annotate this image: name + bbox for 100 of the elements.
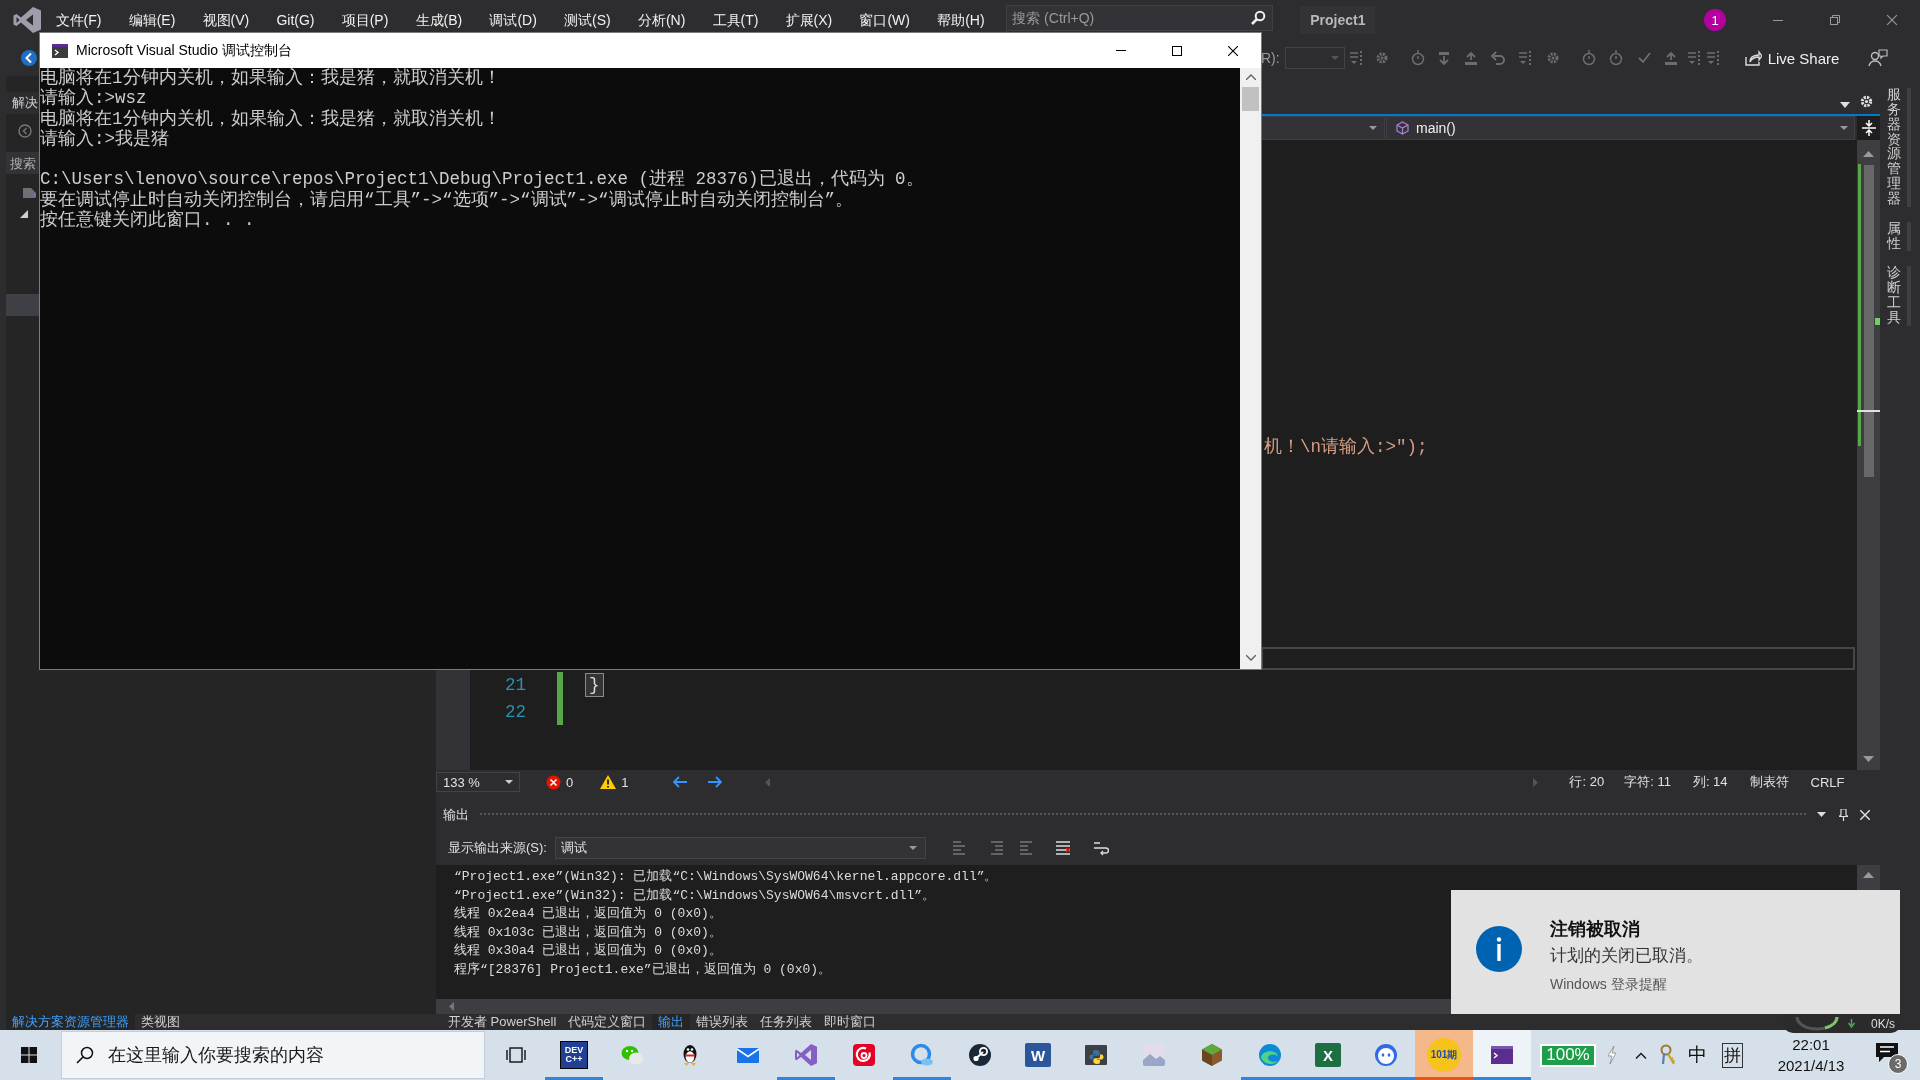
tab[interactable]: 类视图 [135, 1014, 186, 1030]
error-count[interactable]: 0 [566, 774, 574, 790]
line-ending-indicator[interactable]: CRLF [1810, 774, 1845, 790]
snake-window-icon [1084, 1043, 1108, 1067]
clock[interactable]: 22:01 2021/4/13 [1773, 1034, 1849, 1076]
caret-icon [908, 846, 917, 850]
split-icon[interactable] [1861, 120, 1876, 136]
align-left-icon[interactable] [951, 840, 968, 856]
search-field[interactable]: 搜索 [6, 152, 40, 174]
vertical-scrollbar[interactable] [1240, 68, 1261, 669]
menu-item[interactable]: 视图(V) [188, 8, 263, 32]
input-mode-indicator[interactable]: 中 [1688, 1042, 1707, 1068]
swirl-logo-icon [1258, 1043, 1282, 1067]
tab[interactable]: 代码定义窗口 [562, 1014, 653, 1030]
lightning-icon[interactable] [1607, 1046, 1617, 1064]
taskbar-button[interactable]: X [1299, 1030, 1357, 1080]
warning-count[interactable]: 1 [621, 774, 629, 790]
menu-item[interactable]: 项目(P) [328, 8, 402, 32]
share-icon[interactable] [1743, 49, 1762, 67]
side-tab[interactable]: 服务器资源管理器 [1887, 88, 1911, 207]
indent-icon[interactable] [989, 840, 1006, 856]
output-line: 线程 0x30a4 已退出，返回值为 0 (0x0)。 [454, 942, 722, 961]
scroll-up-icon[interactable] [1863, 151, 1874, 157]
source-dropdown[interactable]: 调试 [554, 837, 926, 859]
scrollbar-thumb[interactable] [1242, 87, 1259, 111]
tab[interactable]: 输出 [652, 1014, 691, 1030]
clear-list-icon[interactable] [1054, 840, 1071, 856]
chevron-up-icon[interactable] [1635, 1051, 1647, 1059]
pin-icon[interactable] [1839, 808, 1848, 821]
menu-item[interactable]: 帮助(H) [923, 8, 999, 32]
side-tab[interactable]: 诊断工具 [1887, 266, 1911, 326]
caret-icon [505, 780, 513, 785]
live-share-button[interactable]: Live Share [1767, 49, 1840, 67]
console-app-icon [52, 43, 68, 58]
grass-block-icon [1200, 1043, 1224, 1067]
dropdown-arrow-icon[interactable] [1817, 812, 1826, 817]
undo-icon[interactable] [1488, 49, 1507, 67]
close-icon[interactable] [1860, 809, 1870, 820]
minimize-icon [1772, 19, 1783, 21]
menu-item[interactable]: 测试(S) [550, 8, 625, 32]
notification-source: Windows 登录提醒 [1550, 976, 1668, 994]
tab[interactable]: 开发者 PowerShell [442, 1014, 563, 1030]
menu-item[interactable]: 编辑(E) [115, 8, 189, 32]
windows-logo-icon [21, 1047, 37, 1063]
menu-item[interactable]: 扩展(X) [772, 8, 846, 32]
scroll-left-icon[interactable] [449, 1002, 454, 1011]
menu-item[interactable]: 文件(F) [42, 8, 116, 32]
chat-bubbles-icon [620, 1043, 644, 1067]
warning-icon[interactable] [600, 775, 617, 790]
selected-row[interactable] [6, 294, 40, 316]
scroll-up-icon[interactable] [1245, 74, 1256, 80]
menu-item[interactable]: 调试(D) [475, 8, 551, 32]
line-indicator[interactable]: 行: 20 [1569, 773, 1605, 792]
notification-title: 注销被取消 [1550, 918, 1641, 941]
error-icon[interactable] [546, 774, 561, 790]
dropdown-arrow-icon[interactable] [1840, 102, 1850, 108]
menu-item[interactable]: 工具(T) [698, 8, 772, 32]
menu-item[interactable]: 分析(N) [624, 8, 699, 32]
column-indicator[interactable]: 列: 14 [1692, 773, 1728, 792]
clock-date: 2021/4/13 [1777, 1056, 1845, 1076]
scroll-right-icon[interactable] [1533, 777, 1539, 787]
word-wrap-icon[interactable] [1092, 840, 1109, 856]
tab[interactable]: 任务列表 [754, 1014, 819, 1030]
panel-title: 解决 [11, 94, 38, 112]
tab[interactable]: 错误列表 [690, 1014, 755, 1030]
feedback-person-icon[interactable] [1868, 49, 1889, 67]
settings-icon[interactable] [1860, 95, 1873, 108]
notification-badge[interactable]: 1 [1704, 9, 1726, 31]
character-indicator[interactable]: 字符: 11 [1624, 773, 1671, 792]
function-dropdown[interactable]: main() [1386, 116, 1855, 140]
function-name: main() [1416, 120, 1456, 136]
menu-item[interactable]: 生成(B) [401, 8, 476, 32]
scroll-down-icon[interactable] [1863, 756, 1874, 763]
menu-item[interactable]: 窗口(W) [845, 8, 924, 32]
scrollbar-thumb[interactable] [1863, 165, 1874, 477]
zoom-dropdown[interactable]: 133 % [436, 772, 520, 793]
forward-arrow-icon[interactable] [708, 776, 723, 789]
expand-triangle-icon[interactable] [20, 210, 28, 218]
scroll-left-icon[interactable] [765, 777, 771, 787]
taskbar-button[interactable]: 101期 [1415, 1030, 1473, 1080]
search-field[interactable]: 搜索 (Ctrl+Q) [1006, 5, 1274, 31]
taskbar-button[interactable] [1473, 1030, 1531, 1080]
search-icon [1250, 10, 1267, 26]
side-tab[interactable]: 属性 [1887, 221, 1911, 252]
taskbar-button[interactable]: DEV C++ [545, 1030, 603, 1080]
console-line: 要在调试停止时自动关闭控制台，请启用“工具”->“选项”->“调试”->“调试停止时自动关闭控制台”。 [40, 189, 854, 210]
notification-count: 3 [1888, 1054, 1908, 1074]
notification-message: 计划的关闭已取消。 [1550, 945, 1703, 967]
caret-marker [1857, 410, 1880, 412]
input-method-indicator[interactable]: 拼 [1722, 1042, 1743, 1068]
menu-item[interactable]: Git(G) [262, 8, 329, 32]
tab[interactable]: 即时窗口 [818, 1014, 883, 1030]
close-icon [1886, 15, 1897, 25]
outdent-icon[interactable] [1018, 840, 1035, 856]
vertical-scrollbar[interactable] [1857, 140, 1880, 771]
scroll-up-icon[interactable] [1863, 872, 1874, 878]
tab[interactable]: 解决方案资源管理器 [6, 1014, 135, 1030]
scroll-down-icon[interactable] [1245, 655, 1256, 661]
taskbar-button[interactable]: W [1009, 1030, 1067, 1080]
indentation-indicator[interactable]: 制表符 [1749, 773, 1789, 792]
